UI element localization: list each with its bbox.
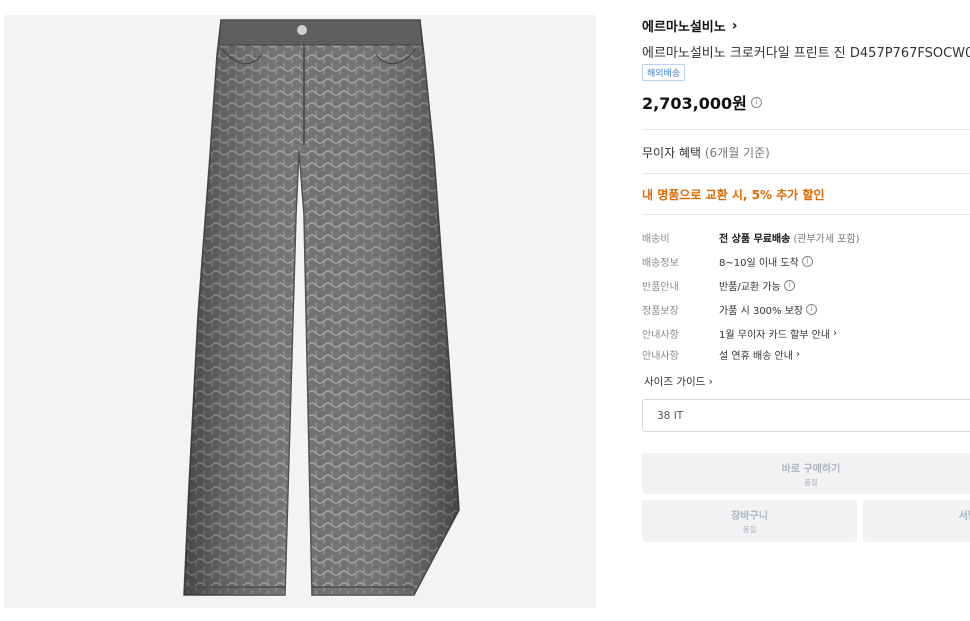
- info-row-shipping-fee: 배송비 전 상품 무료배송 (관부가세 포함): [642, 230, 860, 245]
- brand-link[interactable]: 에르마노설비노 ›: [642, 16, 738, 36]
- size-guide-link[interactable]: 사이즈 가이드 ›: [644, 374, 713, 389]
- info-row-label: 반품안내: [642, 282, 679, 293]
- price-value: 2,703,000원: [642, 94, 747, 113]
- product-image[interactable]: [4, 15, 596, 608]
- info-row-value: 1월 무이자 카드 할부 안내 ›: [719, 326, 837, 341]
- info-row-label: 배송정보: [642, 258, 679, 269]
- info-row-value: 반품/교환 가능 i: [719, 278, 795, 293]
- info-row-returns: 반품안내 반품/교환 가능 i: [642, 278, 795, 293]
- chevron-right-icon: ›: [795, 349, 800, 360]
- info-icon[interactable]: i: [750, 96, 762, 108]
- trade-in-promo[interactable]: 내 명품으로 교환 시, 5% 추가 할인: [642, 186, 824, 203]
- shipping-badge: 해외배송: [642, 64, 686, 81]
- chevron-right-icon: ›: [731, 17, 738, 34]
- gift-button[interactable]: 서랍 품: [863, 500, 970, 542]
- info-row-notice-card[interactable]: 안내사항 1월 무이자 카드 할부 안내 ›: [642, 326, 837, 341]
- chevron-right-icon: ›: [833, 328, 838, 339]
- divider: [642, 173, 970, 174]
- authenticity-value: 가품 시 300% 보장: [719, 306, 804, 317]
- returns-value: 반품/교환 가능: [719, 282, 781, 293]
- gift-label: 서랍: [958, 511, 970, 522]
- interest-free-benefit[interactable]: 무이자 혜택 (6개월 기준): [642, 144, 770, 161]
- buy-now-label: 바로 구매하기: [781, 464, 841, 475]
- chevron-right-icon: ›: [708, 376, 713, 388]
- info-row-value: 8~10일 이내 도착 i: [719, 254, 813, 269]
- delivery-value: 8~10일 이내 도착: [719, 258, 799, 269]
- shipping-fee-value: 전 상품 무료배송: [719, 234, 791, 245]
- info-row-authenticity: 정품보장 가품 시 300% 보장 i: [642, 302, 818, 317]
- brand-name: 에르마노설비노: [642, 20, 726, 35]
- info-row-label: 안내사항: [642, 330, 679, 341]
- info-row-label: 정품보장: [642, 306, 679, 317]
- price: 2,703,000원 i: [642, 90, 762, 114]
- cart-sub: 품절: [742, 525, 757, 534]
- gift-sub: 품: [863, 524, 970, 535]
- info-icon[interactable]: i: [801, 256, 813, 267]
- size-select[interactable]: 38 IT: [642, 399, 970, 432]
- buy-now-button[interactable]: 바로 구매하기 품절: [642, 453, 970, 494]
- size-guide-label: 사이즈 가이드: [644, 376, 706, 388]
- divider: [642, 214, 970, 215]
- shipping-fee-sub: (관부가세 포함): [793, 234, 860, 245]
- interest-free-label: 무이자 혜택: [642, 146, 702, 160]
- info-row-value: 가품 시 300% 보장 i: [719, 302, 818, 317]
- product-title: 에르마노설비노 크로커다일 프린트 진 D457P767FSOCW095: [642, 46, 970, 61]
- cart-button[interactable]: 장바구니 품절: [642, 500, 857, 542]
- info-icon[interactable]: i: [806, 304, 818, 315]
- info-row-notice-holiday[interactable]: 안내사항 설 연휴 배송 안내 ›: [642, 347, 800, 362]
- info-row-value: 설 연휴 배송 안내 ›: [719, 347, 800, 362]
- interest-free-sub: (6개월 기준): [704, 146, 770, 160]
- jeans-image: [183, 19, 460, 596]
- info-row-label: 배송비: [642, 234, 670, 245]
- info-row-delivery: 배송정보 8~10일 이내 도착 i: [642, 254, 813, 269]
- info-row-label: 안내사항: [642, 351, 679, 362]
- buy-now-sub: 품절: [804, 478, 818, 487]
- info-row-value: 전 상품 무료배송 (관부가세 포함): [719, 230, 860, 245]
- cart-label: 장바구니: [731, 511, 768, 522]
- notice-card-value: 1월 무이자 카드 할부 안내: [719, 330, 831, 341]
- info-icon[interactable]: i: [783, 280, 795, 291]
- divider: [642, 129, 970, 130]
- notice-holiday-value: 설 연휴 배송 안내: [719, 351, 793, 362]
